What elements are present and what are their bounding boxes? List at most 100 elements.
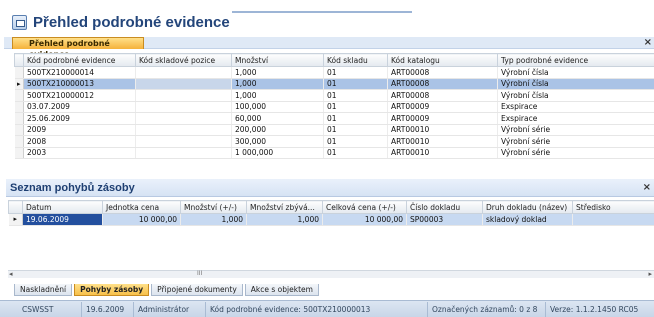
table-cell[interactable]: 1,000 — [231, 89, 324, 102]
table-cell[interactable]: ART00010 — [387, 135, 498, 148]
row-indicator[interactable] — [14, 112, 24, 125]
tab-prehled-podrobne-evidence[interactable]: Přehled podrobné evidence — [12, 37, 144, 59]
table-cell[interactable]: 01 — [323, 89, 388, 102]
table-row[interactable]: 2008 300,000 01 ART00010 Výrobní série — [14, 135, 654, 148]
table-cell[interactable]: 01 — [323, 147, 388, 159]
table-row[interactable]: 2003 1 000,000 01 ART00010 Výrobní série — [14, 147, 654, 159]
table-cell[interactable]: 19.06.2009 — [22, 213, 103, 226]
scroll-left-icon[interactable]: ◂ — [9, 270, 13, 278]
table-cell[interactable]: ART00010 — [387, 124, 498, 136]
current-row-arrow-icon[interactable]: ▸ — [14, 78, 24, 90]
table-cell[interactable]: ART00008 — [387, 66, 498, 79]
column-header[interactable]: Typ podrobné evidence — [497, 53, 654, 67]
table-cell[interactable]: SP00003 — [406, 213, 483, 226]
table-cell[interactable] — [135, 147, 232, 159]
table-cell[interactable]: ART00010 — [387, 147, 498, 159]
column-header[interactable]: Množství zbývá... — [246, 200, 323, 214]
table-row[interactable]: ▸ 500TX210000013 1,000 01 ART00008 Výrobní čí… — [14, 78, 654, 90]
table-row[interactable]: ▸ 19.06.2009 10 000,00 1,000 1,000 10 000,00 S… — [8, 213, 654, 226]
tab-naskladneni[interactable]: Naskladnění — [14, 284, 73, 296]
table-cell[interactable]: 10 000,00 — [322, 213, 407, 226]
table-cell[interactable]: 01 — [323, 135, 388, 148]
table-cell[interactable]: 25.06.2009 — [23, 112, 136, 125]
row-indicator[interactable] — [14, 89, 24, 102]
table-cell[interactable] — [135, 124, 232, 136]
column-header[interactable]: Kód podrobné evidence — [23, 53, 136, 67]
column-header[interactable]: Kód katalogu — [387, 53, 498, 67]
table-cell[interactable]: 500TX210000013 — [23, 78, 136, 90]
current-row-arrow-icon[interactable]: ▸ — [8, 213, 23, 226]
scroll-right-icon[interactable]: ▸ — [648, 270, 652, 278]
table-cell[interactable]: Výrobní série — [497, 135, 654, 148]
tab-pripojene-dokumenty[interactable]: Připojené dokumenty — [151, 284, 243, 296]
table-cell[interactable]: 1,000 — [231, 78, 324, 90]
table-cell[interactable]: 10 000,00 — [102, 213, 181, 226]
table-cell[interactable]: 500TX210000014 — [23, 66, 136, 79]
table-cell[interactable]: 500TX210000012 — [23, 89, 136, 102]
table-cell[interactable] — [135, 135, 232, 148]
table-cell[interactable]: 1,000 — [180, 213, 247, 226]
table-cell[interactable] — [572, 213, 654, 226]
table-cell[interactable]: 2003 — [23, 147, 136, 159]
row-indicator[interactable] — [14, 101, 24, 113]
column-header[interactable]: Datum — [22, 200, 103, 214]
table-cell[interactable]: ART00009 — [387, 101, 498, 113]
table-row[interactable]: 25.06.2009 60,000 01 ART00009 Exspirace — [14, 112, 654, 125]
table-cell[interactable]: Výrobní série — [497, 124, 654, 136]
tab-akce-s-objektem[interactable]: Akce s objektem — [244, 284, 319, 296]
table-cell[interactable]: 100,000 — [231, 101, 324, 113]
table-row[interactable]: 500TX210000012 1,000 01 ART00008 Výrobní čís… — [14, 89, 654, 102]
table-row[interactable]: 500TX210000014 1,000 01 ART00008 Výrobní čís… — [14, 66, 654, 79]
table-cell[interactable]: Exspirace — [497, 112, 654, 125]
column-header[interactable]: Jednotka cena — [102, 200, 181, 214]
table-cell[interactable] — [135, 101, 232, 113]
column-header[interactable]: Druh dokladu (název) — [482, 200, 573, 214]
table-cell[interactable]: 1,000 — [246, 213, 323, 226]
table-cell[interactable]: 2009 — [23, 124, 136, 136]
table-cell[interactable]: Výrobní čísla — [497, 89, 654, 102]
table-cell[interactable]: Výrobní série — [497, 147, 654, 159]
column-header[interactable]: Kód skladové pozice — [135, 53, 232, 67]
row-indicator[interactable] — [14, 66, 24, 79]
row-indicator[interactable] — [14, 147, 24, 159]
table-cell[interactable]: 300,000 — [231, 135, 324, 148]
column-header[interactable]: Celková cena (+/-) — [322, 200, 407, 214]
table-cell[interactable]: Výrobní čísla — [497, 78, 654, 90]
table-cell[interactable] — [135, 89, 232, 102]
table-cell[interactable]: 1 000,000 — [231, 147, 324, 159]
row-indicator[interactable] — [14, 135, 24, 148]
table-cell[interactable]: 01 — [323, 101, 388, 113]
table-row[interactable]: 2009 200,000 01 ART00010 Výrobní série — [14, 124, 654, 136]
table-cell[interactable]: ART00008 — [387, 89, 498, 102]
table-cell[interactable]: 03.07.2009 — [23, 101, 136, 113]
table-cell[interactable]: Exspirace — [497, 101, 654, 113]
table-cell[interactable]: 01 — [323, 66, 388, 79]
table-cell[interactable]: 60,000 — [231, 112, 324, 125]
table-row[interactable]: 03.07.2009 100,000 01 ART00009 Exspirace — [14, 101, 654, 113]
table-cell[interactable] — [135, 66, 232, 79]
evidence-grid: Kód podrobné evidence Kód skladové pozic… — [14, 53, 654, 159]
column-header[interactable]: Středisko — [572, 200, 654, 214]
close-icon[interactable]: × — [643, 182, 651, 193]
column-header[interactable]: Množství (+/-) — [180, 200, 247, 214]
table-cell[interactable]: 01 — [323, 124, 388, 136]
column-header[interactable]: Číslo dokladu — [406, 200, 483, 214]
table-cell[interactable]: 01 — [323, 78, 388, 90]
table-cell[interactable]: 1,000 — [231, 66, 324, 79]
scroll-thumb[interactable]: III — [197, 270, 202, 277]
table-cell[interactable] — [135, 112, 232, 125]
horizontal-scrollbar[interactable]: ◂ III ▸ — [8, 270, 654, 278]
tab-pohyby-zasoby[interactable]: Pohyby zásoby — [74, 284, 150, 296]
close-icon[interactable]: × — [644, 37, 652, 48]
table-cell[interactable]: Výrobní čísla — [497, 66, 654, 79]
row-indicator[interactable] — [14, 124, 24, 136]
table-cell[interactable]: 2008 — [23, 135, 136, 148]
table-cell[interactable]: ART00009 — [387, 112, 498, 125]
table-cell[interactable]: 01 — [323, 112, 388, 125]
table-cell[interactable] — [135, 78, 232, 90]
table-cell[interactable]: 200,000 — [231, 124, 324, 136]
column-header[interactable]: Kód skladu — [323, 53, 388, 67]
table-cell[interactable]: skladový doklad — [482, 213, 573, 226]
column-header[interactable]: Množství — [231, 53, 324, 67]
table-cell[interactable]: ART00008 — [387, 78, 498, 90]
